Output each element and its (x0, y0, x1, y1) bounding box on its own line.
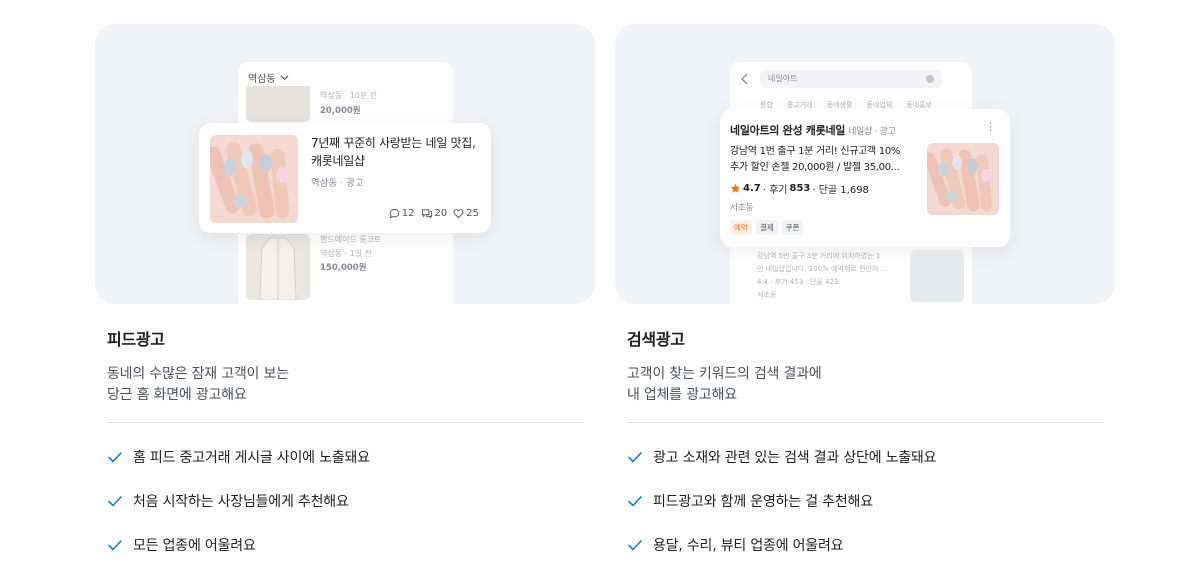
back-arrow-icon (741, 73, 748, 85)
clear-icon (926, 75, 934, 83)
search-ad-title: 네일아트의 완성 캐롯네일 (730, 124, 846, 137)
ghost-item-thumbnail (246, 86, 310, 122)
benefit-text: 피드광고와 함께 운영하는 걸 추천해요 (653, 494, 873, 510)
benefit-item: 처음 시작하는 사장님들에게 추천해요 (107, 490, 583, 512)
search-ad-category: 네일샵 · 광고 (848, 127, 896, 137)
search-query: 네일아트 (768, 74, 798, 83)
like-count: 25 (466, 208, 479, 219)
feed-ad-preview: 역삼동 역삼동 · 10분 전 20,000원 핸드메이드 롱코트 역삼동 · … (95, 24, 595, 304)
feed-ad-info: 피드광고 동네의 수많은 잠재 고객이 보는 당근 홈 화면에 광고해요 홈 피… (95, 326, 595, 556)
benefit-text: 용달, 수리, 뷰티 업종에 어울려요 (653, 538, 844, 554)
location-label: 역삼동 (248, 74, 276, 85)
check-icon (108, 452, 122, 463)
comment-stat: 12 (389, 208, 415, 219)
check-icon (628, 540, 642, 551)
divider (627, 422, 1103, 423)
divider (107, 422, 583, 423)
ghost-item-meta: 역삼동 · 1일 전 (320, 249, 373, 258)
more-icon[interactable]: ⋮ (985, 121, 996, 132)
search-ad-rating: 4.7 · 후기 853 · 단골 1,698 (730, 181, 869, 196)
search-ad-card[interactable]: 네일아트의 완성 캐롯네일 네일샵 · 광고 ⋮ 강남역 1번 출구 1분 거리!… (720, 109, 1010, 247)
tag-reservation: 예약 (730, 220, 752, 235)
chat-stat: 20 (421, 208, 448, 219)
nail-art-image (210, 135, 298, 223)
search-ad-tags: 예약 결제 쿠폰 (730, 220, 804, 235)
search-input: 네일아트 (760, 70, 942, 88)
search-ad-preview: 네일아트 통합 중고거래 동네생활 동네업체 동네홍보 네일아트의 완성 캐롯네… (615, 24, 1115, 304)
heart-icon (453, 209, 464, 219)
benefit-text: 홈 피드 중고거래 게시글 사이에 노출돼요 (133, 450, 370, 466)
feed-ad-description: 동네의 수많은 잠재 고객이 보는 당근 홈 화면에 광고해요 (107, 366, 289, 403)
benefit-item: 광고 소재와 관련 있는 검색 결과 상단에 노출돼요 (627, 446, 1103, 468)
benefit-text: 광고 소재와 관련 있는 검색 결과 상단에 노출돼요 (653, 450, 937, 466)
benefit-item: 피드광고와 함께 운영하는 걸 추천해요 (627, 490, 1103, 512)
feed-ad-card[interactable]: 7년째 꾸준히 사랑받는 네일 맛집, 캐롯네일샵 역삼동 · 광고 12 20… (199, 123, 491, 233)
benefit-item: 홈 피드 중고거래 게시글 사이에 노출돼요 (107, 446, 583, 468)
check-icon (628, 452, 642, 463)
ghost-item-title: 핸드메이드 롱코트 (320, 235, 382, 244)
search-ad-description: 강남역 1번 출구 1분 거리! 신규고객 10% 추가 할인 손젤 20,00… (730, 146, 901, 173)
search-ad-info: 검색광고 고객이 찾는 키워드의 검색 결과에 내 업체를 광고해요 광고 소재… (615, 326, 1115, 556)
ghost-item-meta: 역삼동 · 10분 전 (320, 91, 378, 100)
feed-ad-section: 역삼동 역삼동 · 10분 전 20,000원 핸드메이드 롱코트 역삼동 · … (95, 24, 595, 573)
ghost-item-price: 20,000원 (320, 106, 361, 116)
coat-thumbnail (246, 234, 310, 301)
review-label: · 후기 (762, 185, 788, 196)
search-ad-title-row: 네일아트의 완성 캐롯네일 네일샵 · 광고 (730, 122, 896, 138)
benefit-text: 처음 시작하는 사장님들에게 추천해요 (133, 494, 349, 510)
location-selector: 역삼동 (248, 70, 289, 85)
ghost-item-price: 150,000원 (320, 263, 367, 273)
check-icon (628, 496, 642, 507)
search-ad-heading: 검색광고 (627, 330, 685, 349)
comment-count: 12 (401, 208, 415, 219)
search-ad-section: 네일아트 통합 중고거래 동네생활 동네업체 동네홍보 네일아트의 완성 캐롯네… (615, 24, 1115, 573)
check-icon (108, 496, 122, 507)
search-ad-benefits: 광고 소재와 관련 있는 검색 결과 상단에 노출돼요 피드광고와 함께 운영하… (627, 446, 1103, 556)
feed-ad-heading: 피드광고 (107, 330, 165, 349)
feed-ad-title: 7년째 꾸준히 사랑받는 네일 맛집, 캐롯네일샵 (311, 136, 476, 168)
feed-ad-stats: 12 20 25 (389, 208, 479, 219)
benefit-text: 모든 업종에 어울려요 (133, 538, 256, 554)
nail-art-image (927, 143, 999, 215)
chat-icon (421, 209, 432, 219)
like-stat: 25 (453, 208, 479, 219)
ghost-result-thumbnail (910, 250, 964, 302)
rating-value: 4.7 (743, 183, 761, 194)
regulars-count: · 단골 1,698 (812, 185, 869, 196)
feed-ad-benefits: 홈 피드 중고거래 게시글 사이에 노출돼요 처음 시작하는 사장님들에게 추천… (107, 446, 583, 556)
feed-ad-subtitle: 역삼동 · 광고 (311, 178, 364, 189)
benefit-item: 용달, 수리, 뷰티 업종에 어울려요 (627, 534, 1103, 556)
star-icon (730, 183, 741, 193)
tag-coupon: 쿠폰 (781, 220, 804, 235)
tag-payment: 결제 (755, 220, 778, 235)
chevron-down-icon (280, 75, 289, 81)
search-ad-description-text: 고객이 찾는 키워드의 검색 결과에 내 업체를 광고해요 (627, 366, 822, 403)
search-ad-area: 서초동 (730, 203, 754, 213)
review-count: 853 (789, 183, 811, 194)
comment-icon (389, 208, 400, 219)
chat-count: 20 (434, 208, 448, 219)
coat-image (259, 237, 297, 301)
check-icon (108, 540, 122, 551)
benefit-item: 모든 업종에 어울려요 (107, 534, 583, 556)
